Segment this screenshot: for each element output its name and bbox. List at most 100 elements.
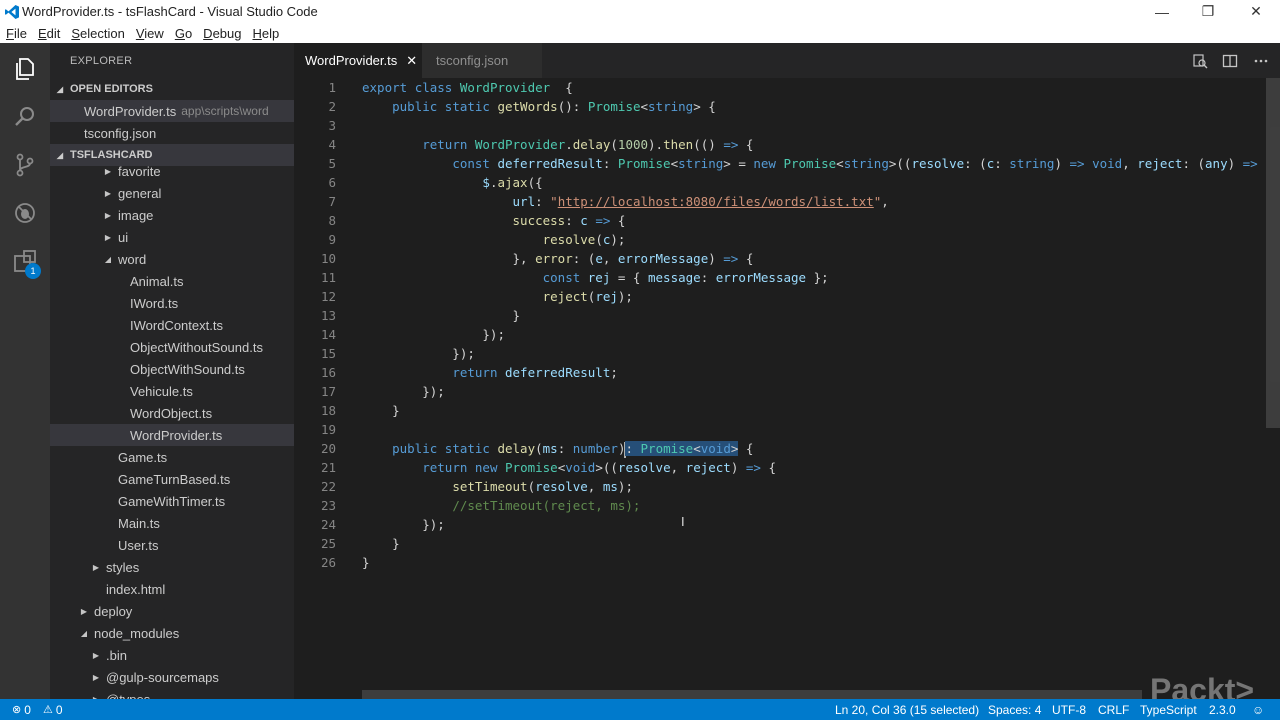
search-icon[interactable] bbox=[0, 93, 50, 141]
feedback-icon[interactable]: ☺ bbox=[1252, 699, 1264, 720]
line-number: 9 bbox=[328, 232, 336, 247]
code-line[interactable]: //setTimeout(reject, ms); bbox=[362, 496, 640, 515]
close-window-button[interactable]: ✕ bbox=[1233, 0, 1279, 23]
code-line[interactable]: }, error: (e, errorMessage) => { bbox=[362, 249, 754, 268]
chevron-down-icon: ◢ bbox=[56, 150, 64, 160]
code-line[interactable]: $.ajax({ bbox=[362, 173, 542, 192]
tree-item[interactable]: Animal.ts bbox=[50, 270, 294, 292]
warnings-status[interactable]: ⚠ 0 bbox=[43, 699, 63, 720]
tab-bar: WordProvider.ts ✕ tsconfig.json bbox=[294, 43, 1280, 78]
open-editor-item[interactable]: tsconfig.json bbox=[50, 122, 294, 144]
maximize-button[interactable]: ❐ bbox=[1185, 0, 1231, 23]
files-icon[interactable] bbox=[0, 45, 50, 93]
code-line[interactable]: public static getWords(): Promise<string… bbox=[362, 97, 716, 116]
open-editor-item[interactable]: WordProvider.ts app\scripts\word bbox=[50, 100, 294, 122]
tree-item[interactable]: ▶ .bin bbox=[50, 644, 294, 666]
chevron-right-icon: ▶ bbox=[92, 562, 100, 572]
tab-wordprovider[interactable]: WordProvider.ts ✕ bbox=[294, 43, 422, 78]
code-line[interactable]: }); bbox=[362, 515, 445, 534]
tree-item-label: IWord.ts bbox=[130, 295, 179, 311]
eol-status[interactable]: CRLF bbox=[1098, 699, 1129, 720]
errors-status[interactable]: ⊗ 0 bbox=[12, 699, 31, 720]
tree-item-label: Game.ts bbox=[118, 449, 168, 465]
tree-item[interactable]: index.html bbox=[50, 578, 294, 600]
tree-item[interactable]: Main.ts bbox=[50, 512, 294, 534]
code-editor[interactable]: 1 2 3 4 5 6 7 8 9 10 11 12 13 14 15 16 17 18 19 20 21 22 23 24 2… bbox=[294, 78, 1280, 699]
minimize-button[interactable]: — bbox=[1139, 0, 1185, 23]
code-line[interactable]: success: c => { bbox=[362, 211, 626, 230]
code-line[interactable]: return deferredResult; bbox=[362, 363, 618, 382]
more-icon[interactable] bbox=[1251, 51, 1271, 71]
code-line[interactable]: const rej = { message: errorMessage }; bbox=[362, 268, 829, 287]
tree-item[interactable]: GameWithTimer.ts bbox=[50, 490, 294, 512]
tree-item[interactable]: User.ts bbox=[50, 534, 294, 556]
line-number: 26 bbox=[320, 555, 336, 570]
menu-selection[interactable]: Selection bbox=[71, 26, 124, 41]
tree-item-label: @types bbox=[106, 691, 151, 700]
tree-item[interactable]: ▶ ui bbox=[50, 226, 294, 248]
encoding-status[interactable]: UTF-8 bbox=[1052, 699, 1086, 720]
tree-item[interactable]: Vehicule.ts bbox=[50, 380, 294, 402]
tree-item[interactable]: ObjectWithSound.ts bbox=[50, 358, 294, 380]
open-changes-icon[interactable] bbox=[1190, 51, 1210, 71]
code-line[interactable]: export class WordProvider { bbox=[362, 78, 573, 97]
code-line[interactable]: return WordProvider.delay(1000).then(() … bbox=[362, 135, 753, 154]
code-line[interactable]: resolve(c); bbox=[362, 230, 626, 249]
tree-item[interactable]: ▶ image bbox=[50, 204, 294, 226]
code-line[interactable]: reject(rej); bbox=[362, 287, 633, 306]
tree-item-label: User.ts bbox=[118, 537, 159, 553]
tree-item[interactable]: ◢ word bbox=[50, 248, 294, 270]
split-editor-icon[interactable] bbox=[1220, 51, 1240, 71]
tree-item[interactable]: IWord.ts bbox=[50, 292, 294, 314]
chevron-right-icon: ▶ bbox=[104, 210, 112, 220]
tree-item-label: favorite bbox=[118, 163, 161, 179]
tree-item[interactable]: WordProvider.ts bbox=[50, 424, 294, 446]
tree-item[interactable]: ◢ node_modules bbox=[50, 622, 294, 644]
code-line[interactable]: return new Promise<void>((resolve, rejec… bbox=[362, 458, 776, 477]
code-line[interactable]: const deferredResult: Promise<string> = … bbox=[362, 154, 1257, 173]
tree-item[interactable]: GameTurnBased.ts bbox=[50, 468, 294, 490]
code-line[interactable]: }); bbox=[362, 344, 475, 363]
line-number: 25 bbox=[320, 536, 336, 551]
vertical-scrollbar[interactable] bbox=[1266, 78, 1280, 428]
code-line[interactable]: url: "http://localhost:8080/files/words/… bbox=[362, 192, 889, 211]
code-line[interactable]: } bbox=[362, 306, 521, 325]
cursor-position[interactable]: Ln 20, Col 36 (15 selected) bbox=[835, 699, 979, 720]
tab-tsconfig[interactable]: tsconfig.json bbox=[422, 43, 542, 78]
code-line[interactable]: } bbox=[362, 553, 370, 572]
horizontal-scrollbar[interactable] bbox=[362, 690, 1142, 699]
typescript-version[interactable]: 2.3.0 bbox=[1209, 699, 1236, 720]
menu-edit[interactable]: Edit bbox=[38, 26, 60, 41]
tree-item[interactable]: ▶ @types bbox=[50, 688, 294, 700]
extensions-icon[interactable]: 1 bbox=[0, 237, 50, 285]
code-line[interactable]: }); bbox=[362, 325, 505, 344]
menu-help[interactable]: Help bbox=[252, 26, 279, 41]
menu-view[interactable]: View bbox=[136, 26, 164, 41]
language-mode[interactable]: TypeScript bbox=[1140, 699, 1197, 720]
indentation-status[interactable]: Spaces: 4 bbox=[988, 699, 1041, 720]
tree-item-label: GameTurnBased.ts bbox=[118, 471, 231, 487]
code-line[interactable]: setTimeout(resolve, ms); bbox=[362, 477, 633, 496]
source-control-icon[interactable] bbox=[0, 141, 50, 189]
tree-item[interactable]: ▶ general bbox=[50, 182, 294, 204]
warning-icon: ⚠ bbox=[43, 704, 53, 716]
menu-go[interactable]: Go bbox=[175, 26, 192, 41]
tree-item[interactable]: WordObject.ts bbox=[50, 402, 294, 424]
close-icon[interactable]: ✕ bbox=[406, 53, 417, 69]
menu-file[interactable]: File bbox=[6, 26, 27, 41]
tree-item-label: index.html bbox=[106, 581, 166, 597]
tree-item[interactable]: ▶ favorite bbox=[50, 160, 294, 182]
tree-item[interactable]: ▶ @gulp-sourcemaps bbox=[50, 666, 294, 688]
code-line[interactable]: } bbox=[362, 534, 400, 553]
code-line[interactable]: }); bbox=[362, 382, 445, 401]
menu-debug[interactable]: Debug bbox=[203, 26, 241, 41]
open-editors-header[interactable]: ◢ OPEN EDITORS bbox=[50, 78, 294, 100]
code-line[interactable]: public static delay(ms: number): Promise… bbox=[362, 439, 753, 458]
tree-item[interactable]: ObjectWithoutSound.ts bbox=[50, 336, 294, 358]
tree-item[interactable]: ▶ styles bbox=[50, 556, 294, 578]
debug-icon[interactable] bbox=[0, 189, 50, 237]
tree-item[interactable]: IWordContext.ts bbox=[50, 314, 294, 336]
tree-item[interactable]: Game.ts bbox=[50, 446, 294, 468]
code-line[interactable]: } bbox=[362, 401, 400, 420]
tree-item[interactable]: ▶ deploy bbox=[50, 600, 294, 622]
